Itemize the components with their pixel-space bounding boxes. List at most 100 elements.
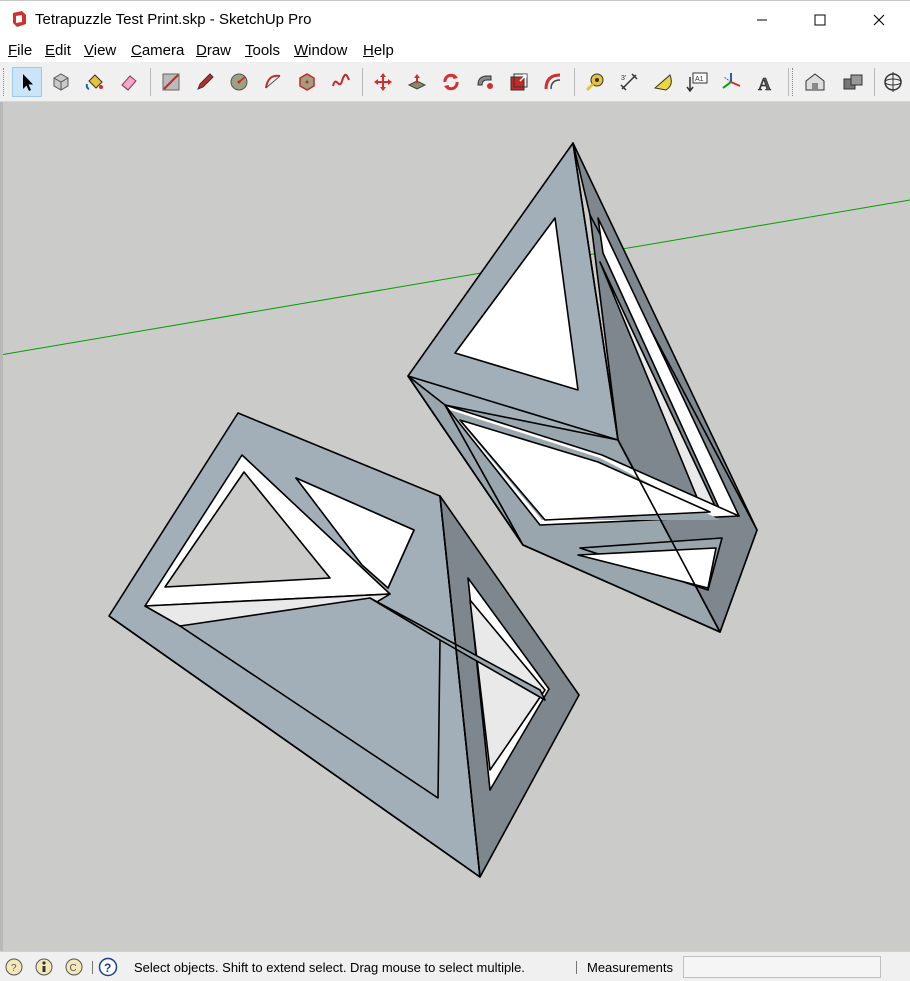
freehand-pencil-button[interactable] — [190, 67, 220, 97]
select-tool-icon — [23, 74, 33, 91]
extension-warehouse-button[interactable] — [838, 67, 868, 97]
axes-tool-icon — [722, 73, 741, 89]
menu-edit-label: dit — [55, 42, 71, 59]
svg-text:?: ? — [104, 961, 111, 975]
offset-tool-icon — [544, 73, 561, 90]
select-tool-button[interactable] — [12, 67, 42, 97]
window-title: Tetrapuzzle Test Print.skp - SketchUp Pr… — [35, 11, 312, 28]
move-tool-icon — [374, 73, 392, 91]
status-message: Select objects. Shift to extend select. … — [134, 960, 525, 975]
eraser-icon — [121, 75, 137, 91]
text-tool-icon: A1 — [686, 72, 708, 93]
push-pull-button[interactable] — [402, 67, 432, 97]
follow-me-icon — [477, 75, 493, 89]
follow-me-button[interactable] — [470, 67, 500, 97]
menu-draw[interactable]: Draw — [196, 42, 231, 59]
menu-view-label: iew — [93, 42, 117, 59]
title-bar: Tetrapuzzle Test Print.skp - SketchUp Pr… — [0, 0, 910, 40]
rotate-tool-icon — [443, 73, 459, 91]
text-tool-button[interactable]: A1 — [682, 67, 712, 97]
push-pull-icon — [407, 74, 427, 90]
status-bar: ? C ? Select objects. Shift to extend se… — [0, 951, 910, 981]
menu-file[interactable]: File — [8, 42, 32, 59]
menu-window[interactable]: Window — [294, 42, 347, 59]
toolbar-separator — [150, 68, 151, 96]
toolbar-grip[interactable] — [792, 68, 796, 96]
toolbar-separator — [362, 68, 363, 96]
credits-icon[interactable] — [34, 957, 54, 977]
orbit-tool-button[interactable] — [878, 67, 908, 97]
extension-warehouse-icon — [843, 74, 863, 90]
toolbar-separator — [874, 68, 875, 96]
make-component-icon — [53, 73, 69, 91]
toolbar-grip[interactable] — [3, 68, 7, 96]
geo-location-icon[interactable]: ? — [4, 957, 24, 977]
maximize-icon — [814, 14, 826, 26]
menu-edit[interactable]: Edit — [45, 42, 71, 59]
menu-help-accelerator: H — [363, 42, 374, 59]
polygon-tool-button[interactable] — [292, 67, 322, 97]
arc-tool-button[interactable] — [258, 67, 288, 97]
menu-window-accelerator: W — [294, 42, 309, 59]
freehand-curve-icon — [332, 73, 350, 87]
main-toolbar: 3' A1 A — [0, 62, 910, 102]
rotate-tool-button[interactable] — [436, 67, 466, 97]
paint-bucket-button[interactable] — [80, 67, 110, 97]
menu-bar: File Edit View Camera Draw Tools Window … — [0, 40, 910, 62]
axes-tool-button[interactable] — [716, 67, 746, 97]
maximize-button[interactable] — [791, 2, 849, 38]
3d-warehouse-button[interactable] — [800, 67, 830, 97]
minimize-button[interactable] — [733, 2, 791, 38]
paint-bucket-icon — [85, 74, 103, 90]
polygon-tool-icon — [299, 73, 315, 91]
menu-view[interactable]: View — [84, 42, 116, 59]
close-button[interactable] — [850, 2, 908, 38]
offset-tool-button[interactable] — [538, 67, 568, 97]
menu-draw-accelerator: D — [196, 42, 207, 59]
protractor-button[interactable] — [648, 67, 678, 97]
menu-file-accelerator: F — [8, 42, 18, 59]
tape-measure-button[interactable] — [580, 67, 610, 97]
svg-text:C: C — [70, 963, 77, 974]
3d-text-icon: A — [758, 74, 772, 93]
svg-text:3': 3' — [621, 75, 626, 82]
line-tool-icon — [162, 73, 180, 91]
menu-help[interactable]: Help — [363, 42, 394, 59]
dimension-tool-icon: 3' — [620, 73, 638, 91]
dimension-tool-button[interactable]: 3' — [614, 67, 644, 97]
tape-measure-icon — [585, 73, 604, 92]
measurements-label: Measurements — [587, 960, 673, 975]
measurements-input[interactable] — [683, 956, 881, 978]
scale-tool-button[interactable] — [504, 67, 534, 97]
arc-tool-icon — [265, 74, 281, 89]
circle-tool-button[interactable] — [224, 67, 254, 97]
move-tool-button[interactable] — [368, 67, 398, 97]
svg-text:A: A — [758, 74, 771, 93]
3d-text-button[interactable]: A — [750, 67, 780, 97]
scale-tool-icon — [510, 73, 528, 91]
close-icon — [873, 14, 885, 26]
model-canvas[interactable] — [0, 102, 910, 951]
modeling-viewport[interactable] — [0, 102, 910, 951]
eraser-button[interactable] — [114, 67, 144, 97]
menu-window-label: indow — [308, 42, 348, 59]
orbit-tool-icon — [884, 72, 902, 92]
instructor-help-icon[interactable]: ? — [98, 957, 118, 977]
make-component-button[interactable] — [46, 67, 76, 97]
status-separator — [576, 961, 577, 974]
menu-draw-label: raw — [206, 42, 232, 59]
line-tool-button[interactable] — [156, 67, 186, 97]
menu-file-label: ile — [17, 42, 33, 59]
svg-text:A1: A1 — [695, 76, 704, 83]
menu-camera[interactable]: Camera — [131, 42, 184, 59]
toolbar-separator — [788, 68, 789, 96]
menu-view-accelerator: V — [84, 42, 94, 59]
license-icon[interactable]: C — [64, 957, 84, 977]
menu-tools-label: ools — [252, 42, 281, 59]
status-separator — [92, 961, 93, 974]
menu-tools[interactable]: Tools — [245, 42, 280, 59]
menu-edit-accelerator: E — [45, 42, 56, 59]
freehand-pencil-icon — [197, 73, 214, 90]
menu-camera-label: amera — [141, 42, 185, 59]
freehand-curve-button[interactable] — [326, 67, 356, 97]
